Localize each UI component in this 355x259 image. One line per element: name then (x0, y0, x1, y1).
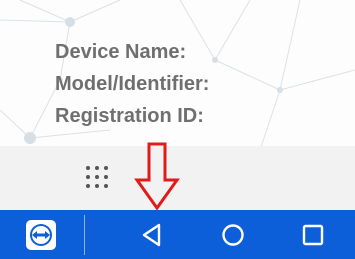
down-arrow-icon (134, 142, 180, 211)
navigation-bar (0, 210, 355, 259)
home-button[interactable] (210, 210, 256, 259)
teamviewer-icon (26, 219, 56, 250)
recents-icon (302, 224, 324, 245)
back-icon (142, 223, 161, 246)
app-grid-icon[interactable] (85, 165, 111, 191)
recents-button[interactable] (290, 210, 336, 259)
device-info-panel: Device Name: Model/Identifier: Registrat… (55, 36, 209, 132)
back-button[interactable] (130, 210, 176, 259)
model-identifier-label: Model/Identifier: (55, 73, 210, 95)
device-name-label: Device Name: (55, 41, 187, 63)
navbar-divider (84, 215, 85, 255)
teamviewer-button[interactable] (22, 210, 60, 259)
registration-id-label: Registration ID: (55, 105, 204, 127)
home-icon (222, 223, 244, 246)
android-screen: Device Name: Model/Identifier: Registrat… (0, 0, 355, 259)
